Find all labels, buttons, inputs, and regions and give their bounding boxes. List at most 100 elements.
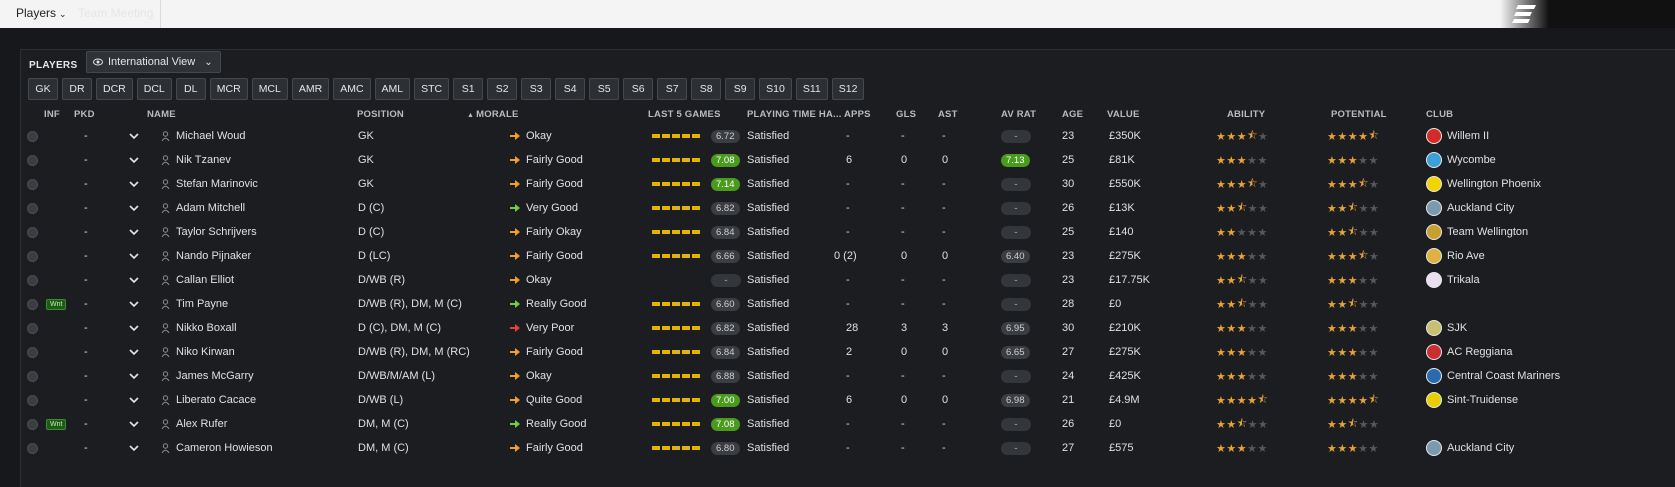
selection-check-icon[interactable] <box>27 394 38 406</box>
club-cell[interactable]: Rio Ave <box>1426 244 1485 268</box>
position-filter-mcl[interactable]: MCL <box>251 78 288 100</box>
selection-check-icon[interactable] <box>27 298 38 310</box>
col-gls[interactable]: GLS <box>896 109 916 120</box>
selection-check-icon[interactable] <box>27 226 38 238</box>
position-filter-s12[interactable]: S12 <box>831 78 865 100</box>
row-expand-chevron-icon[interactable] <box>129 316 139 340</box>
col-apps[interactable]: APPS <box>844 109 871 120</box>
col-name[interactable]: NAME <box>147 109 176 120</box>
row-expand-chevron-icon[interactable] <box>129 340 139 364</box>
position-filter-s7[interactable]: S7 <box>657 78 688 100</box>
col-inf[interactable]: INF <box>44 109 60 120</box>
position-filter-s6[interactable]: S6 <box>623 78 654 100</box>
team-meeting-tab[interactable]: Team Meeting <box>78 6 153 20</box>
position-filter-mcr[interactable]: MCR <box>209 78 248 100</box>
col-pkd[interactable]: PKD <box>74 109 95 120</box>
row-expand-chevron-icon[interactable] <box>129 364 139 388</box>
position-filter-amc[interactable]: AMC <box>333 78 371 100</box>
table-row[interactable]: - Liberato Cacace D/WB (L) Quite Good 7.00 Sa… <box>21 388 1675 412</box>
position-filter-s8[interactable]: S8 <box>691 78 722 100</box>
row-expand-chevron-icon[interactable] <box>129 148 139 172</box>
row-expand-chevron-icon[interactable] <box>129 268 139 292</box>
col-position[interactable]: POSITION <box>357 109 404 120</box>
selection-check-icon[interactable] <box>27 370 38 382</box>
selection-check-icon[interactable] <box>27 130 38 142</box>
club-cell[interactable]: SJK <box>1426 316 1467 340</box>
player-name[interactable]: James McGarry <box>176 364 254 388</box>
selection-check-icon[interactable] <box>27 202 38 214</box>
position-filter-amr[interactable]: AMR <box>291 78 330 100</box>
table-row[interactable]: - James McGarry D/WB/M/AM (L) Okay 6.88 Satis… <box>21 364 1675 388</box>
club-cell[interactable]: Sint-Truidense <box>1426 388 1518 412</box>
table-row[interactable]: - Nando Pijnaker D (LC) Fairly Good 6.66 Sati… <box>21 244 1675 268</box>
row-expand-chevron-icon[interactable] <box>129 412 139 436</box>
table-row[interactable]: Wnt - Tim Payne D/WB (R), DM, M (C) Really G… <box>21 292 1675 316</box>
col-value[interactable]: VALUE <box>1107 109 1140 120</box>
table-row[interactable]: - Nikko Boxall D (C), DM, M (C) Very Poor 6.… <box>21 316 1675 340</box>
table-row[interactable]: - Michael Woud GK Okay 6.72 Satisfied - - - - 23 £3… <box>21 124 1675 148</box>
col-playing-time[interactable]: PLAYING TIME HA... <box>747 109 842 120</box>
selection-check-icon[interactable] <box>27 418 38 430</box>
table-row[interactable]: Wnt - Alex Rufer DM, M (C) Really Good 7.08 Sa… <box>21 412 1675 436</box>
position-filter-aml[interactable]: AML <box>374 78 411 100</box>
player-name[interactable]: Michael Woud <box>176 124 246 148</box>
table-row[interactable]: - Taylor Schrijvers D (C) Fairly Okay 6.84 Sa… <box>21 220 1675 244</box>
player-name[interactable]: Taylor Schrijvers <box>176 220 257 244</box>
player-name[interactable]: Cameron Howieson <box>176 436 273 460</box>
position-filter-s10[interactable]: S10 <box>759 78 792 100</box>
club-cell[interactable]: Wycombe <box>1426 148 1496 172</box>
selection-check-icon[interactable] <box>27 154 38 166</box>
position-filter-s5[interactable]: S5 <box>589 78 620 100</box>
player-name[interactable]: Nikko Boxall <box>176 316 237 340</box>
col-ast[interactable]: AST <box>938 109 958 120</box>
selection-check-icon[interactable] <box>27 250 38 262</box>
col-morale[interactable]: ▲ MORALE <box>467 109 519 120</box>
position-filter-dl[interactable]: DL <box>175 78 206 100</box>
row-expand-chevron-icon[interactable] <box>129 124 139 148</box>
selection-check-icon[interactable] <box>27 322 38 334</box>
col-last5[interactable]: LAST 5 GAMES <box>648 109 721 120</box>
table-row[interactable]: - Niko Kirwan D/WB (R), DM, M (RC) Fairly G… <box>21 340 1675 364</box>
position-filter-s1[interactable]: S1 <box>453 78 484 100</box>
club-cell[interactable]: Wellington Phoenix <box>1426 172 1541 196</box>
row-expand-chevron-icon[interactable] <box>129 196 139 220</box>
player-name[interactable]: Nik Tzanev <box>176 148 231 172</box>
table-row[interactable]: - Nik Tzanev GK Fairly Good 7.08 Satisfied 6 0 0… <box>21 148 1675 172</box>
position-filter-s4[interactable]: S4 <box>555 78 586 100</box>
player-name[interactable]: Alex Rufer <box>176 412 227 436</box>
player-name[interactable]: Tim Payne <box>176 292 228 316</box>
position-filter-s3[interactable]: S3 <box>521 78 552 100</box>
row-expand-chevron-icon[interactable] <box>129 220 139 244</box>
club-cell[interactable]: Central Coast Mariners <box>1426 364 1560 388</box>
selection-check-icon[interactable] <box>27 178 38 190</box>
club-cell[interactable]: Trikala <box>1426 268 1480 292</box>
col-av-rat[interactable]: AV RAT <box>1001 109 1036 120</box>
col-potential[interactable]: POTENTIAL <box>1331 109 1387 120</box>
position-filter-stc[interactable]: STC <box>414 78 450 100</box>
player-name[interactable]: Liberato Cacace <box>176 388 256 412</box>
player-name[interactable]: Nando Pijnaker <box>176 244 251 268</box>
position-filter-s2[interactable]: S2 <box>487 78 518 100</box>
players-menu[interactable]: Players ⌄ <box>16 6 67 20</box>
row-expand-chevron-icon[interactable] <box>129 436 139 460</box>
row-expand-chevron-icon[interactable] <box>129 292 139 316</box>
selection-check-icon[interactable] <box>27 346 38 358</box>
col-age[interactable]: AGE <box>1062 109 1083 120</box>
col-club[interactable]: CLUB <box>1426 109 1453 120</box>
row-expand-chevron-icon[interactable] <box>129 244 139 268</box>
player-name[interactable]: Stefan Marinovic <box>176 172 258 196</box>
player-name[interactable]: Callan Elliot <box>176 268 234 292</box>
col-ability[interactable]: ABILITY <box>1227 109 1265 120</box>
club-cell[interactable]: Willem II <box>1426 124 1489 148</box>
player-name[interactable]: Niko Kirwan <box>176 340 235 364</box>
row-expand-chevron-icon[interactable] <box>129 172 139 196</box>
club-cell[interactable]: Team Wellington <box>1426 220 1528 244</box>
position-filter-gk[interactable]: GK <box>28 78 58 100</box>
row-expand-chevron-icon[interactable] <box>129 388 139 412</box>
position-filter-s9[interactable]: S9 <box>725 78 756 100</box>
selection-check-icon[interactable] <box>27 274 38 286</box>
view-select[interactable]: International View ⌄ <box>86 51 221 73</box>
table-row[interactable]: - Callan Elliot D/WB (R) Okay - Satisfied - - - -… <box>21 268 1675 292</box>
player-name[interactable]: Adam Mitchell <box>176 196 245 220</box>
position-filter-dcr[interactable]: DCR <box>96 78 133 100</box>
